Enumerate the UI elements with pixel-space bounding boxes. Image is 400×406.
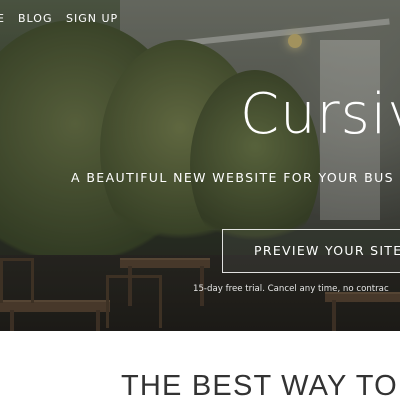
nav-link-sign-up[interactable]: SIGN UP	[66, 12, 118, 25]
hero-tagline: A BEAUTIFUL NEW WEBSITE FOR YOUR BUS	[71, 170, 394, 185]
trial-note: 15-day free trial. Cancel any time, no c…	[193, 284, 389, 294]
hero-section: E BLOG SIGN UP Cursiv A BEAUTIFUL NEW WE…	[0, 0, 400, 331]
preview-site-button[interactable]: PREVIEW YOUR SITE N	[222, 229, 400, 273]
hero-title: Cursiv	[240, 82, 400, 147]
nav-link-blog[interactable]: BLOG	[18, 12, 52, 25]
nav-link-partial[interactable]: E	[0, 12, 5, 25]
hero-background-overlay	[0, 0, 400, 331]
section-title: THE BEST WAY TO	[121, 370, 398, 402]
